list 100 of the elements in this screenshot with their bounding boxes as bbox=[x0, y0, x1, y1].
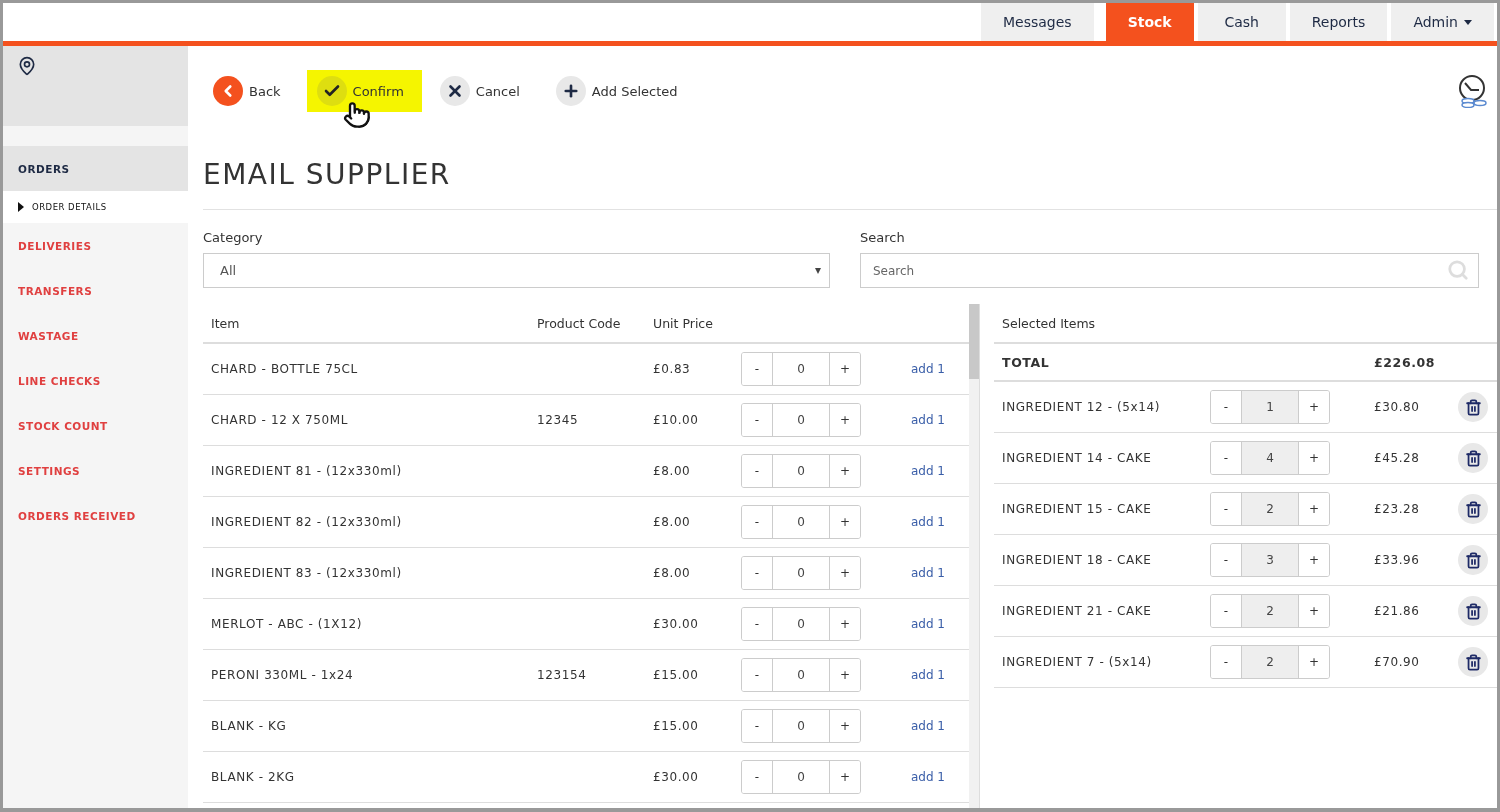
price-cell-text: £15.00 bbox=[653, 719, 700, 733]
quantity-field[interactable]: 0 bbox=[772, 557, 830, 589]
delete-button[interactable] bbox=[1458, 596, 1488, 626]
quantity-stepper[interactable]: - 0 + bbox=[741, 658, 861, 692]
delete-button[interactable] bbox=[1458, 545, 1488, 575]
dropdown-arrow-icon bbox=[815, 267, 821, 274]
quantity-field[interactable]: 0 bbox=[772, 506, 830, 538]
price-cell-text: £8.00 bbox=[653, 566, 692, 580]
add-link[interactable]: add 1 bbox=[891, 719, 969, 733]
add-link[interactable]: add 1 bbox=[891, 617, 969, 631]
column-header: Unit Price bbox=[653, 315, 714, 331]
column-header: Product Code bbox=[537, 315, 622, 331]
sidebar-item[interactable]: WASTAGE bbox=[3, 313, 188, 358]
nav-tab[interactable]: Reports bbox=[1289, 3, 1388, 41]
quantity-field[interactable]: 2 bbox=[1241, 595, 1299, 627]
sidebar-item[interactable]: SETTINGS bbox=[3, 448, 188, 493]
item-cell-text: INGREDIENT 81 - (12x330ml) bbox=[211, 464, 403, 478]
price-cell-text: £15.00 bbox=[653, 668, 700, 682]
quantity-stepper[interactable]: - 0 + bbox=[741, 352, 861, 386]
nav-tab[interactable]: Admin bbox=[1391, 3, 1494, 41]
category-select[interactable]: All bbox=[203, 253, 830, 288]
add-link[interactable]: add 1 bbox=[891, 770, 969, 784]
cancel-button[interactable]: Cancel bbox=[429, 70, 538, 112]
price-cell-text: £0.83 bbox=[653, 362, 692, 376]
quantity-field[interactable]: 2 bbox=[1241, 493, 1299, 525]
quantity-field[interactable]: 4 bbox=[1241, 442, 1299, 474]
item-cell-text: PERONI 330ML - 1x24 bbox=[211, 668, 355, 682]
quantity-field[interactable]: 0 bbox=[772, 455, 830, 487]
hand-cursor-icon bbox=[343, 101, 371, 129]
price-cell-text: £33.96 bbox=[1374, 553, 1421, 567]
sidebar-item[interactable]: ORDERS bbox=[3, 146, 188, 191]
column-header: Item bbox=[211, 315, 241, 331]
item-cell-text: INGREDIENT 14 - CAKE bbox=[1002, 451, 1153, 465]
add-link[interactable]: add 1 bbox=[891, 362, 969, 376]
nav-tab[interactable]: Cash bbox=[1197, 3, 1286, 41]
trash-icon bbox=[1464, 602, 1482, 620]
quantity-stepper[interactable]: - 2 + bbox=[1210, 594, 1330, 628]
search-icon bbox=[1447, 259, 1469, 281]
sidebar-item[interactable]: ORDERS RECEIVED bbox=[3, 493, 188, 538]
add-link[interactable]: add 1 bbox=[891, 668, 969, 682]
sidebar-item[interactable]: LINE CHECKS bbox=[3, 358, 188, 403]
item-cell-text: INGREDIENT 7 - (5x14) bbox=[1002, 655, 1153, 669]
plus-icon bbox=[555, 76, 586, 106]
trash-icon bbox=[1464, 653, 1482, 671]
quantity-field[interactable]: 3 bbox=[1241, 544, 1299, 576]
quantity-stepper[interactable]: - 0 + bbox=[741, 607, 861, 641]
sidebar-item[interactable]: DELIVERIES bbox=[3, 223, 188, 268]
quantity-stepper[interactable]: - 0 + bbox=[741, 403, 861, 437]
item-cell-text: INGREDIENT 83 - (12x330ml) bbox=[211, 566, 403, 580]
sidebar-subitem[interactable]: ORDER DETAILS bbox=[3, 191, 188, 223]
quantity-stepper[interactable]: - 0 + bbox=[741, 556, 861, 590]
price-cell-text: £45.28 bbox=[1374, 451, 1421, 465]
map-pin-icon bbox=[17, 56, 37, 76]
scrollbar[interactable] bbox=[969, 304, 979, 808]
add-link[interactable]: add 1 bbox=[891, 515, 969, 529]
quantity-field[interactable]: 0 bbox=[772, 710, 830, 742]
price-cell-text: £30.00 bbox=[653, 617, 700, 631]
quantity-stepper[interactable]: - 2 + bbox=[1210, 492, 1330, 526]
quantity-stepper[interactable]: - 2 + bbox=[1210, 645, 1330, 679]
quantity-field[interactable]: 1 bbox=[1241, 391, 1299, 423]
panel-heading: Selected Items bbox=[1002, 315, 1096, 331]
trash-icon bbox=[1464, 551, 1482, 569]
quantity-stepper[interactable]: - 4 + bbox=[1210, 441, 1330, 475]
quantity-stepper[interactable]: - 0 + bbox=[741, 760, 861, 794]
quantity-stepper[interactable]: - 0 + bbox=[741, 454, 861, 488]
price-cell-text: £23.28 bbox=[1374, 502, 1421, 516]
quantity-stepper[interactable]: - 3 + bbox=[1210, 543, 1330, 577]
price-cell-text: £30.00 bbox=[653, 770, 700, 784]
quantity-field[interactable]: 0 bbox=[772, 659, 830, 691]
nav-tab[interactable]: Messages bbox=[981, 3, 1094, 41]
add-link[interactable]: add 1 bbox=[891, 566, 969, 580]
confirm-button[interactable]: Confirm bbox=[306, 70, 422, 112]
sidebar-item[interactable]: STOCK COUNT bbox=[3, 403, 188, 448]
add-button[interactable]: Add Selected bbox=[545, 70, 696, 112]
add-link[interactable]: add 1 bbox=[891, 464, 969, 478]
item-cell-text: INGREDIENT 12 - (5x14) bbox=[1002, 400, 1161, 414]
quantity-field[interactable]: 2 bbox=[1241, 646, 1299, 678]
code-cell-text: 12345 bbox=[537, 413, 580, 427]
search-field[interactable]: Search bbox=[860, 253, 1479, 288]
delete-button[interactable] bbox=[1458, 443, 1488, 473]
delete-button[interactable] bbox=[1458, 647, 1488, 677]
quantity-stepper[interactable]: - 1 + bbox=[1210, 390, 1330, 424]
item-cell-text: INGREDIENT 15 - CAKE bbox=[1002, 502, 1153, 516]
add-link[interactable]: add 1 bbox=[891, 413, 969, 427]
quantity-field[interactable]: 0 bbox=[772, 353, 830, 385]
back-button[interactable]: Back bbox=[203, 70, 299, 112]
delete-button[interactable] bbox=[1458, 494, 1488, 524]
sidebar-item[interactable]: TRANSFERS bbox=[3, 268, 188, 313]
quantity-field[interactable]: 0 bbox=[772, 608, 830, 640]
trash-icon bbox=[1464, 398, 1482, 416]
quantity-field[interactable]: 0 bbox=[772, 404, 830, 436]
delete-button[interactable] bbox=[1458, 392, 1488, 422]
quantity-field[interactable]: 0 bbox=[772, 761, 830, 793]
quantity-stepper[interactable]: - 0 + bbox=[741, 505, 861, 539]
item-cell-text: CHARD - 12 X 750ML bbox=[211, 413, 349, 427]
code-cell-text: 123154 bbox=[537, 668, 588, 682]
price-cell-text: £8.00 bbox=[653, 464, 692, 478]
item-cell-text: BLANK - 2KG bbox=[211, 770, 296, 784]
quantity-stepper[interactable]: - 0 + bbox=[741, 709, 861, 743]
price-cell-text: £30.80 bbox=[1374, 400, 1421, 414]
